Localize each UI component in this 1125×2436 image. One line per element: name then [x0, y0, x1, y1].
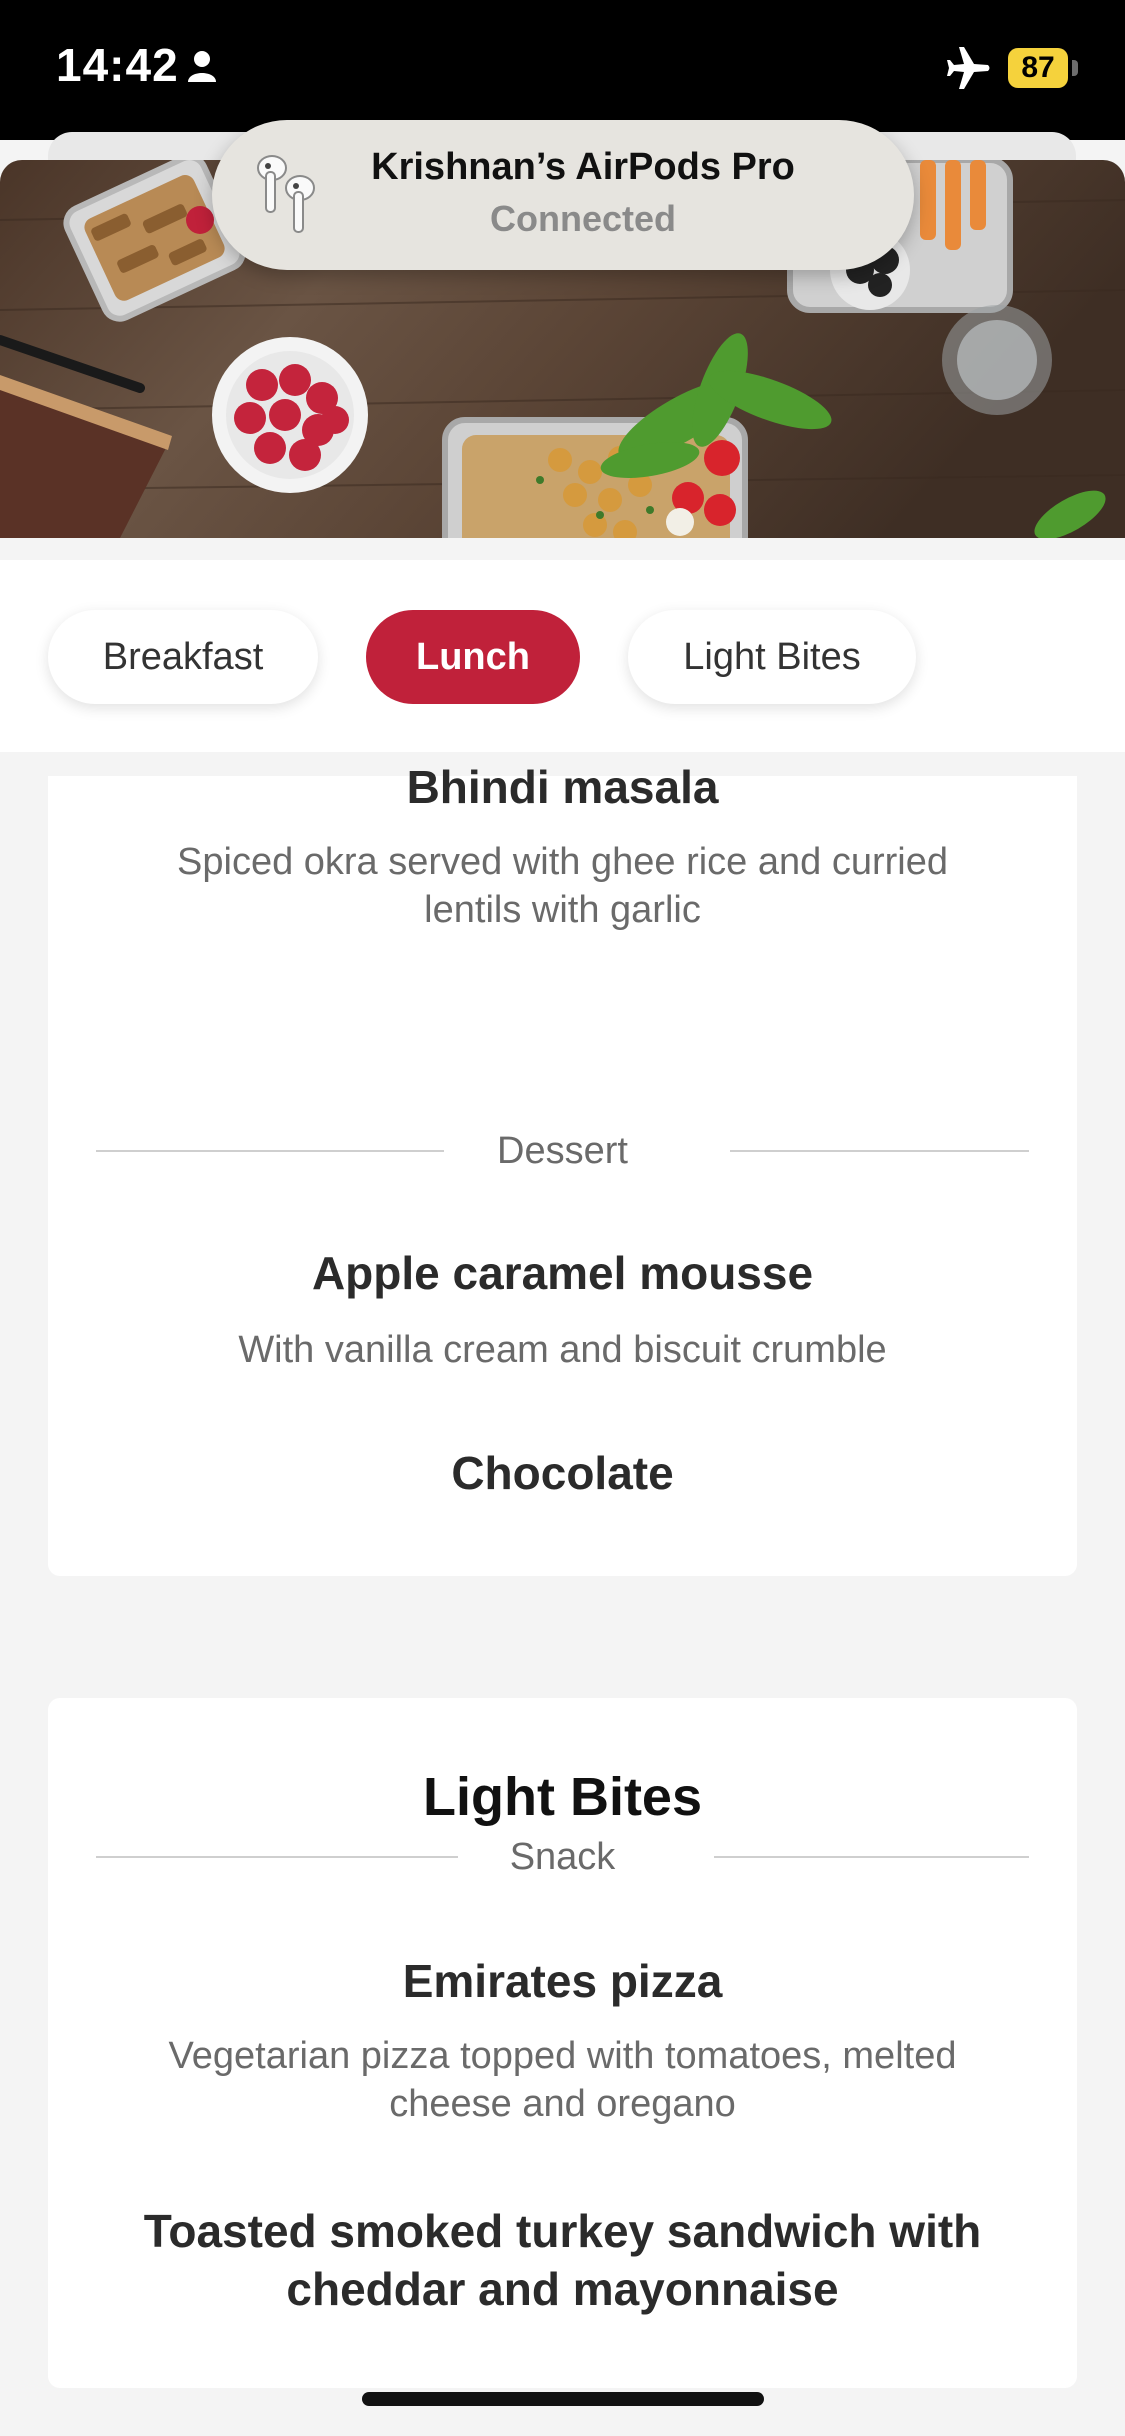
snack-divider: Snack	[96, 1832, 1029, 1882]
airplane-icon	[947, 47, 990, 89]
dish-description: cheese and oregano	[389, 2083, 736, 2125]
dish-name: cheddar and mayonnaise	[286, 2263, 839, 2315]
battery-icon: 87	[1008, 48, 1068, 88]
battery-nub	[1072, 60, 1078, 76]
tab-lunch[interactable]: Lunch	[366, 610, 580, 704]
battery-level: 87	[1021, 51, 1055, 84]
dessert-divider: Dessert	[96, 1126, 1029, 1176]
home-indicator[interactable]	[362, 2392, 764, 2406]
status-time: 14:42	[56, 39, 179, 91]
dish-description: lentils with garlic	[424, 889, 701, 931]
person-icon	[188, 51, 216, 82]
airpods-connected-banner[interactable]: Krishnan’s AirPods Pro Connected	[212, 120, 914, 270]
section-title: Light Bites	[423, 1767, 702, 1827]
light-bites-card: Light Bites Snack Emirates pizza Vegetar…	[48, 1698, 1077, 2388]
snack-label: Snack	[509, 1836, 616, 1878]
airpods-status: Connected	[489, 198, 676, 239]
dish-name: Bhindi masala	[406, 761, 719, 813]
airpods-device-name: Krishnan’s AirPods Pro	[371, 146, 795, 188]
dessert-label: Dessert	[497, 1130, 628, 1172]
dish-name: Emirates pizza	[402, 1955, 723, 2007]
tab-breakfast[interactable]: Breakfast	[48, 610, 318, 704]
dish-description: Vegetarian pizza topped with tomatoes, m…	[168, 2035, 957, 2077]
meal-tab-bar: Breakfast Lunch Light Bites	[0, 560, 1125, 752]
dish-description: Spiced okra served with ghee rice and cu…	[177, 841, 948, 883]
dish-name: Toasted smoked turkey sandwich with	[143, 2205, 982, 2257]
dish-name: Chocolate	[451, 1447, 674, 1499]
tab-light-bites[interactable]: Light Bites	[628, 610, 916, 704]
dish-description: With vanilla cream and biscuit crumble	[238, 1329, 887, 1371]
lunch-menu-card: Bhindi masala Spiced okra served with gh…	[48, 761, 1077, 1576]
dish-name: Apple caramel mousse	[311, 1247, 814, 1299]
status-bar: 14:42 87	[0, 0, 1125, 140]
